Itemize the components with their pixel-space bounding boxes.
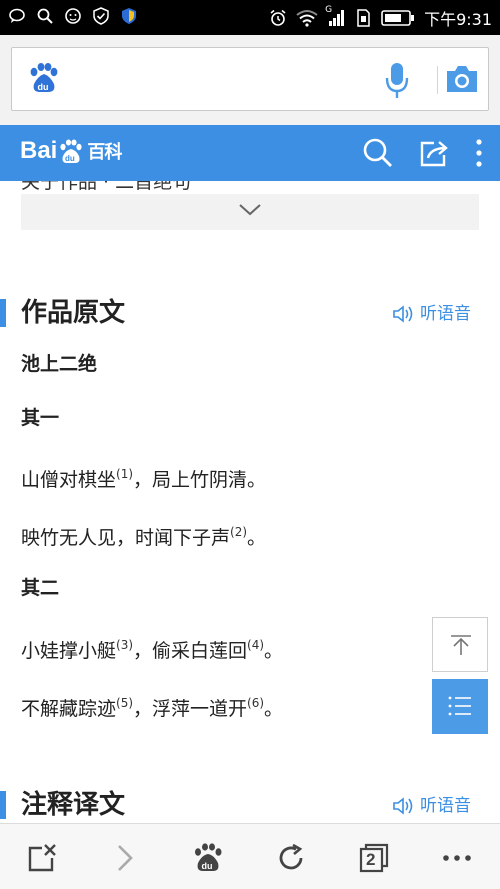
baike-logo[interactable]: Bai du 百科 [20, 137, 122, 165]
close-page-icon[interactable] [26, 842, 58, 874]
poem-line-text: 小娃撑小艇 [21, 640, 117, 662]
footnote-ref[interactable]: (1) [116, 467, 133, 481]
back-to-top-icon [451, 635, 471, 655]
speaker-icon [393, 305, 413, 323]
wifi-icon [296, 10, 318, 27]
expand-button[interactable] [21, 194, 479, 230]
footnote-ref[interactable]: (5) [116, 696, 133, 710]
listen-label: 听语音 [420, 796, 471, 816]
microphone-icon[interactable] [384, 60, 410, 100]
section-marker [0, 791, 6, 819]
part-title-2: 其二 [21, 577, 60, 599]
more-horizontal-icon[interactable] [441, 842, 473, 874]
cat-app-icon [65, 8, 81, 24]
listen-label: 听语音 [420, 304, 471, 324]
status-bar: G 下午9:31 [0, 0, 500, 35]
poem-line-text: 。 [264, 698, 284, 720]
speaker-icon [393, 797, 413, 815]
logo-text-baike: 百科 [87, 142, 122, 163]
back-to-top-button[interactable] [432, 617, 488, 672]
poem-line-text: 。 [247, 527, 267, 549]
search-icon[interactable] [362, 137, 394, 169]
clock-time: 下午9:31 [424, 10, 492, 29]
poem-line: 山僧对棋坐(1)，局上竹阴清。 [21, 461, 266, 493]
sim-icon [357, 9, 370, 27]
forward-icon[interactable] [109, 842, 141, 874]
poem-line-text: 不解藏踪迹 [21, 698, 117, 720]
part-title-1: 其一 [21, 407, 60, 429]
poem-line: 映竹无人见，时闻下子声(2)。 [21, 519, 266, 551]
section-marker [0, 299, 6, 327]
more-vertical-icon[interactable] [474, 137, 484, 169]
search-input[interactable]: du [11, 47, 489, 111]
footnote-ref[interactable]: (2) [230, 525, 247, 539]
svg-text:du: du [38, 82, 49, 92]
tab-count: 2 [366, 850, 376, 869]
bottom-nav: du 2 [0, 823, 500, 889]
table-of-contents-icon [448, 696, 471, 716]
chevron-down-icon [239, 204, 261, 216]
article-content: 关于作品 · 二首绝句 作品原文 听语音 池上二绝 其一 山僧对棋坐(1)，局上… [0, 181, 500, 823]
poem-line-text: 。 [264, 640, 284, 662]
battery-icon [381, 10, 415, 26]
network-type-label: G [325, 5, 333, 15]
section-title: 作品原文 [21, 298, 126, 328]
poem-line-text: ，浮萍一道开 [133, 698, 248, 720]
alarm-icon [270, 9, 286, 26]
section-header-original: 作品原文 听语音 [0, 296, 500, 330]
logo-text-du: du [65, 154, 75, 163]
share-icon[interactable] [418, 137, 450, 169]
poem-title: 池上二绝 [21, 353, 98, 375]
footnote-ref[interactable]: (4) [247, 638, 264, 652]
svg-text:du: du [202, 861, 213, 871]
poem-line: 小娃撑小艇(3)，偷采白莲回(4)。 [21, 632, 283, 664]
search-area: du [0, 35, 500, 125]
search-divider [437, 66, 438, 94]
section-title: 注释译文 [21, 790, 126, 820]
refresh-icon[interactable] [275, 842, 307, 874]
listen-button[interactable]: 听语音 [392, 304, 471, 324]
section-header-notes: 注释译文 听语音 [0, 788, 500, 822]
shield-check-icon [93, 7, 109, 25]
table-of-contents-button[interactable] [432, 679, 488, 734]
poem-line-text: ，局上竹阴清。 [133, 469, 267, 491]
poem-line-text: 山僧对棋坐 [21, 469, 117, 491]
footnote-ref[interactable]: (6) [247, 696, 264, 710]
camera-icon[interactable] [444, 62, 480, 96]
chat-bubble-icon [9, 8, 25, 23]
baidu-home-icon[interactable]: du [192, 842, 224, 874]
listen-button[interactable]: 听语音 [392, 796, 471, 816]
security-shield-icon [122, 8, 136, 24]
baidu-paw-icon[interactable]: du [26, 62, 60, 96]
poem-line-text: 映竹无人见，时闻下子声 [21, 527, 231, 549]
cut-off-text: 关于作品 · 二首绝句 [21, 181, 192, 193]
search-icon [37, 8, 53, 24]
poem-line: 不解藏踪迹(5)，浮萍一道开(6)。 [21, 690, 283, 722]
poem-line-text: ，偷采白莲回 [133, 640, 248, 662]
logo-paw-icon: du [58, 139, 84, 163]
logo-text-bai: Bai [20, 137, 58, 164]
baike-header: Bai du 百科 [0, 125, 500, 181]
tabs-button[interactable]: 2 [358, 842, 390, 874]
footnote-ref[interactable]: (3) [116, 638, 133, 652]
